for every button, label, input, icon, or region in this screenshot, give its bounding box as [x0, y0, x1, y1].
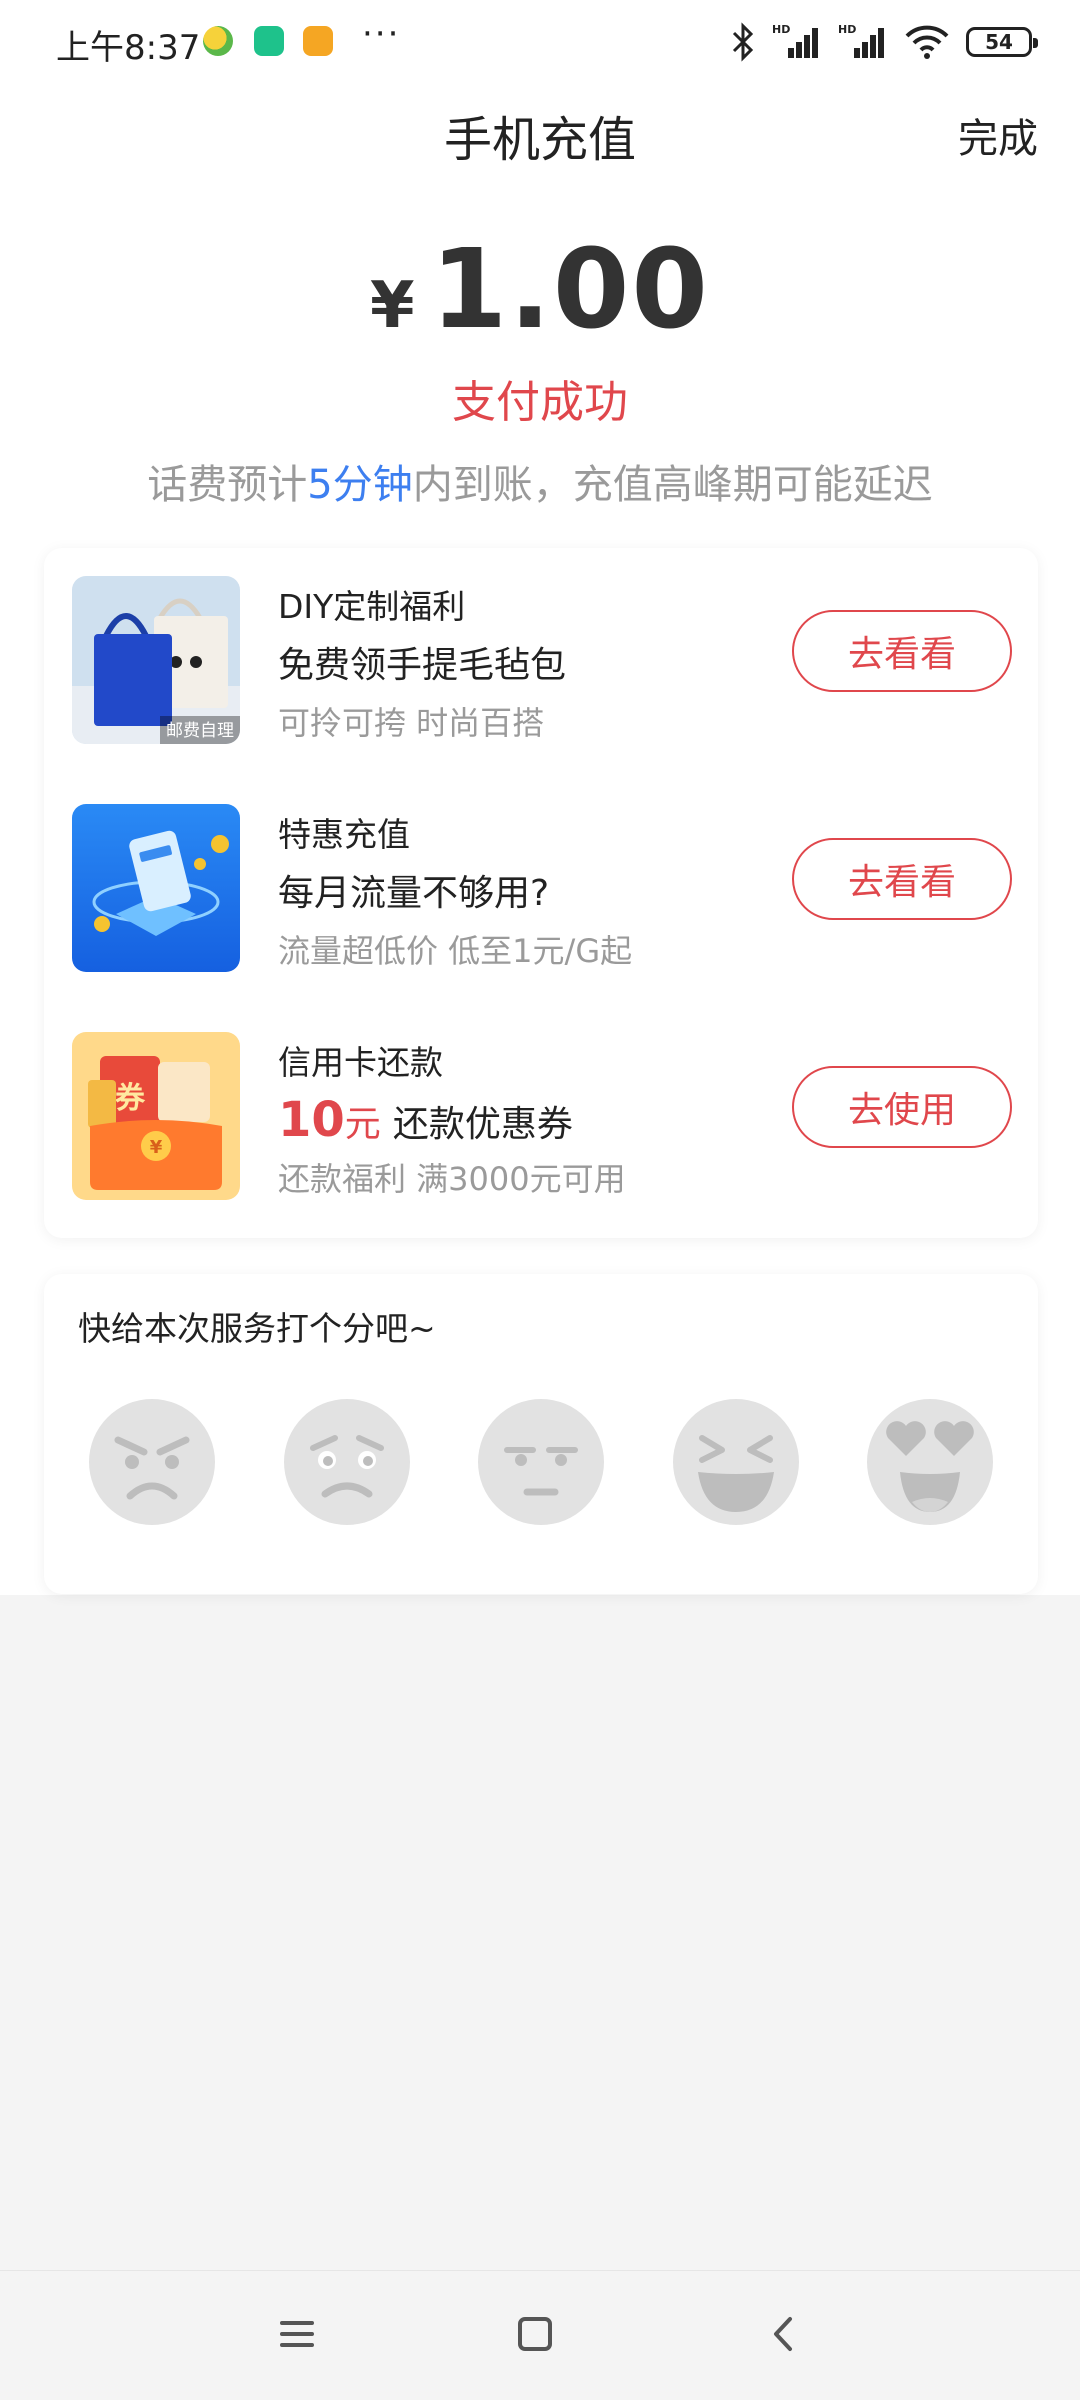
back-icon[interactable]: [748, 2299, 818, 2369]
status-bar: 上午8:37 ··· HD HD 54: [0, 0, 1080, 84]
use-coupon-button[interactable]: 去使用: [792, 1066, 1012, 1148]
offer-category: 信用卡还款: [278, 1043, 443, 1082]
view-data-offer-button[interactable]: 去看看: [792, 838, 1012, 920]
sad-face-icon[interactable]: [283, 1398, 411, 1526]
coupon-envelope-image: 券 ¥: [72, 1032, 240, 1200]
payment-amount: 1.00: [430, 225, 710, 353]
felt-bag-image: 邮费自理: [72, 576, 240, 744]
offer-subtitle: 可拎可挎 时尚百搭: [278, 704, 545, 742]
arrival-notice: 话费预计5分钟内到账，充值高峰期可能延迟: [147, 462, 933, 508]
view-bag-offer-button[interactable]: 去看看: [792, 610, 1012, 692]
coupon-amount: 10: [278, 1092, 345, 1148]
angry-face-icon[interactable]: [88, 1398, 216, 1526]
thumb-badge: 券: [115, 1081, 146, 1116]
shield-notification-icon: [254, 26, 284, 56]
battery-icon: 54: [966, 27, 1038, 57]
offer-item-data[interactable]: 特惠充值 每月流量不够用? 流量超低价 低至1元/G起 去看看: [72, 804, 1012, 974]
offer-category: DIY定制福利: [278, 587, 466, 626]
done-button[interactable]: 完成: [958, 106, 1038, 164]
rating-faces: [88, 1398, 994, 1528]
heart-eyes-face-icon[interactable]: [866, 1398, 994, 1526]
offer-subtitle: 流量超低价 低至1元/G起: [278, 932, 633, 970]
payment-status: 支付成功: [452, 377, 628, 428]
menu-icon[interactable]: [262, 2299, 332, 2369]
rating-prompt: 快给本次服务打个分吧~: [78, 1309, 436, 1348]
signal-icon-2: HD: [838, 23, 884, 58]
offer-category: 特惠充值: [278, 815, 410, 854]
offer-title: 每月流量不够用?: [278, 873, 550, 914]
system-nav-bar: [0, 2270, 1080, 2400]
offer-title: 10元 还款优惠券: [278, 1092, 573, 1148]
home-icon[interactable]: [500, 2299, 570, 2369]
bluetooth-icon: [732, 22, 754, 62]
arrival-time: 5分钟: [307, 462, 413, 508]
offer-item-credit[interactable]: 券 ¥ 信用卡还款 10元 还款优惠券 还款福利 满3000元可用 去使用: [72, 1032, 1012, 1202]
svg-text:¥: ¥: [150, 1137, 163, 1158]
currency-symbol: ¥: [370, 269, 415, 343]
neutral-face-icon[interactable]: [477, 1398, 605, 1526]
more-notifications-icon: ···: [362, 14, 401, 54]
app-notification-icon: [203, 26, 233, 56]
rating-card: 快给本次服务打个分吧~: [44, 1274, 1038, 1594]
signal-icon: HD: [772, 23, 818, 58]
laughing-face-icon[interactable]: [672, 1398, 800, 1526]
thumb-badge: 邮费自理: [166, 721, 234, 741]
offer-subtitle: 还款福利 满3000元可用: [278, 1160, 626, 1198]
svg-text:HD: HD: [838, 23, 856, 36]
wifi-icon: [905, 25, 949, 59]
amount-display: ¥ 1.00: [0, 225, 1080, 353]
status-time: 上午8:37: [56, 28, 201, 68]
page-title: 手机充值: [443, 112, 636, 168]
message-notification-icon: [303, 26, 333, 56]
offer-title: 免费领手提毛毡包: [278, 645, 567, 686]
offers-card: 邮费自理 DIY定制福利 免费领手提毛毡包 可拎可挎 时尚百搭 去看看 特惠充值…: [44, 548, 1038, 1238]
data-plan-image: [72, 804, 240, 972]
coupon-unit: 元: [344, 1104, 381, 1145]
offer-item-bag[interactable]: 邮费自理 DIY定制福利 免费领手提毛毡包 可拎可挎 时尚百搭 去看看: [72, 576, 1012, 746]
svg-text:HD: HD: [772, 23, 790, 36]
